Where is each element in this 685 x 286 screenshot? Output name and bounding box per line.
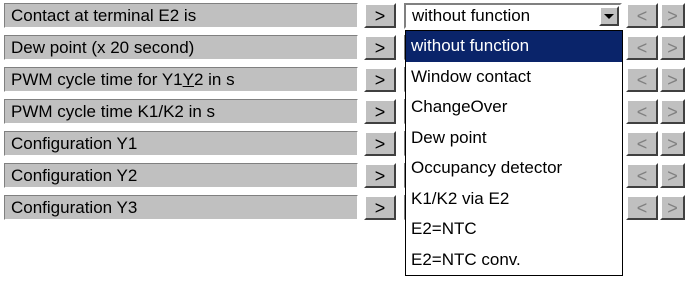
previous-button[interactable]: < [626, 163, 658, 188]
label-prefix: PWM cycle time for Y1 [11, 70, 183, 89]
open-button[interactable]: > [364, 67, 396, 92]
param-label: Configuration Y1 [4, 131, 358, 156]
previous-button[interactable]: < [626, 195, 658, 220]
open-button[interactable]: > [364, 195, 396, 220]
next-button[interactable]: > [660, 163, 685, 188]
dropdown-option[interactable]: without function [406, 31, 622, 62]
previous-button[interactable]: < [626, 35, 658, 60]
label-underlined: Y [182, 70, 194, 89]
next-button[interactable]: > [660, 35, 685, 60]
select-value: without function [412, 6, 531, 25]
dropdown-list[interactable]: without function Window contact ChangeOv… [405, 30, 623, 276]
dropdown-option[interactable]: Occupancy detector [406, 153, 622, 184]
open-button[interactable]: > [364, 131, 396, 156]
next-button[interactable]: > [660, 3, 685, 28]
param-label: Configuration Y3 [4, 195, 358, 220]
next-button[interactable]: > [660, 195, 685, 220]
param-label: PWM cycle time K1/K2 in s [4, 99, 358, 124]
next-button[interactable]: > [660, 67, 685, 92]
param-label: Dew point (x 20 second) [4, 35, 358, 60]
previous-button[interactable]: < [626, 3, 658, 28]
label-suffix: 2 in s [193, 70, 235, 89]
next-button[interactable]: > [660, 131, 685, 156]
open-button[interactable]: > [364, 35, 396, 60]
dropdown-option[interactable]: E2=NTC conv. [406, 245, 622, 276]
param-label: PWM cycle time for Y1Y2 in s [4, 67, 358, 92]
open-button[interactable]: > [364, 99, 396, 124]
param-label: Configuration Y2 [4, 163, 358, 188]
dropdown-option[interactable]: Window contact [406, 62, 622, 93]
previous-button[interactable]: < [626, 67, 658, 92]
previous-button[interactable]: < [626, 131, 658, 156]
value-select[interactable]: without function [404, 3, 622, 29]
dropdown-arrow-icon[interactable] [599, 6, 619, 26]
dropdown-option[interactable]: K1/K2 via E2 [406, 184, 622, 215]
open-button[interactable]: > [364, 163, 396, 188]
open-button[interactable]: > [364, 3, 396, 28]
dropdown-option[interactable]: E2=NTC [406, 214, 622, 245]
param-label: Contact at terminal E2 is [4, 3, 358, 28]
previous-button[interactable]: < [626, 99, 658, 124]
dropdown-option[interactable]: Dew point [406, 123, 622, 154]
next-button[interactable]: > [660, 99, 685, 124]
param-row: Contact at terminal E2 is > without func… [0, 0, 685, 32]
dropdown-option[interactable]: ChangeOver [406, 92, 622, 123]
